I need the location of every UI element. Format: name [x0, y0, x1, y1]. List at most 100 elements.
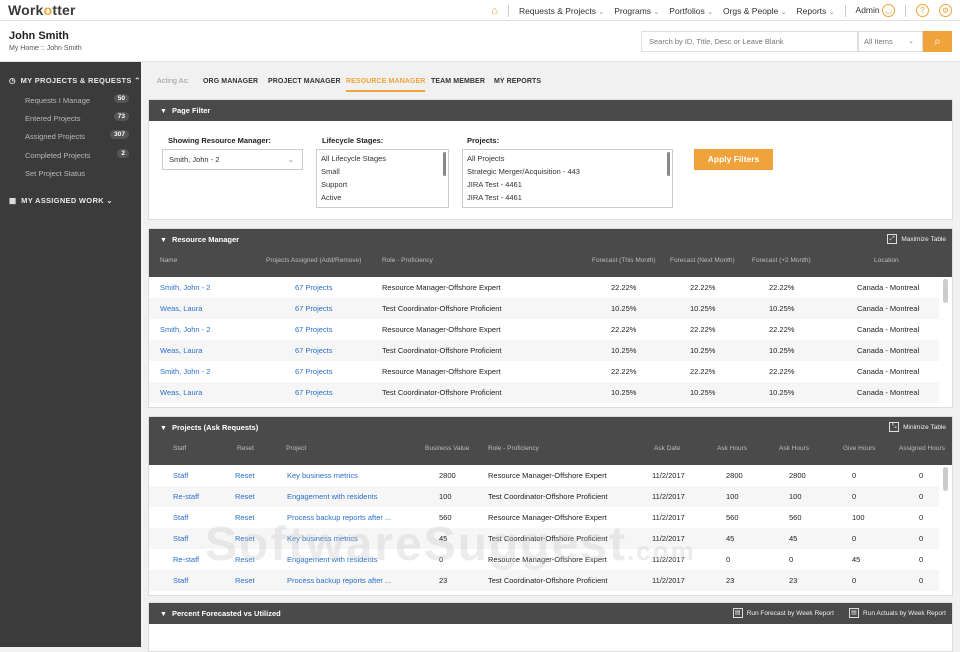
nav-orgs-people[interactable]: Orgs & People ⌄ — [723, 6, 787, 16]
user-menu[interactable]: Admin ◡ — [856, 4, 895, 17]
projects-listbox[interactable]: All Projects Strategic Merger/Acquisitio… — [462, 149, 673, 208]
sidebar-section-assigned-work[interactable]: ▦ MY ASSIGNED WORK ⌄ — [9, 196, 113, 205]
staff-link[interactable]: Staff — [173, 576, 188, 585]
help-icon[interactable]: ? — [916, 4, 929, 17]
cell-projects[interactable]: 67 Projects — [295, 346, 333, 355]
sidebar-item-requests[interactable]: Requests I Manage 50 — [25, 94, 129, 105]
run-actuals-button[interactable]: ▤ Run Actuals by Week Report — [849, 603, 946, 624]
sidebar-item-completed[interactable]: Completed Projects 2 — [25, 149, 129, 160]
nav-portfolios[interactable]: Portfolios ⌄ — [669, 6, 713, 16]
sidebar-item-assigned[interactable]: Assigned Projects 307 — [25, 130, 129, 141]
reset-link[interactable]: Reset — [235, 471, 255, 480]
col-forecast-plus2[interactable]: Forecast (+2 Month) — [752, 257, 811, 264]
tab-team-member[interactable]: TEAM MEMBER — [431, 78, 485, 85]
list-item[interactable]: Support — [317, 178, 448, 191]
col-name[interactable]: Name — [160, 257, 177, 264]
sidebar-item-entered[interactable]: Entered Projects 73 — [25, 112, 129, 123]
reset-link[interactable]: Reset — [235, 555, 255, 564]
col-business-value[interactable]: Business Value — [425, 445, 469, 452]
nav-programs[interactable]: Programs ⌄ — [614, 6, 659, 16]
search-scope-select[interactable]: All Items ⌄ — [858, 31, 923, 52]
tab-my-reports[interactable]: MY REPORTS — [494, 78, 541, 85]
col-staff[interactable]: Staff — [173, 445, 186, 452]
col-project[interactable]: Project — [286, 445, 306, 452]
scrollbar[interactable] — [943, 467, 948, 491]
cell-name[interactable]: Weas, Laura — [160, 346, 202, 355]
tab-resource-manager[interactable]: RESOURCE MANAGER — [346, 78, 426, 92]
project-link[interactable]: Key business metrics — [287, 471, 358, 480]
col-forecast-this[interactable]: Forecast (This Month) — [592, 257, 656, 264]
lifecycle-listbox[interactable]: All Lifecycle Stages Small Support Activ… — [316, 149, 449, 208]
cell-name[interactable]: Weas, Laura — [160, 304, 202, 313]
sidebar-item-set-status[interactable]: Set Project Status — [25, 169, 129, 178]
list-item[interactable]: Strategic Merger/Acquisition - 443 — [463, 165, 672, 178]
project-link[interactable]: Process backup reports after ... — [287, 576, 391, 585]
list-item[interactable]: JIRA Test - 4461 — [463, 191, 672, 204]
scrollbar[interactable] — [667, 152, 670, 176]
cell-name[interactable]: Smith, John - 2 — [160, 325, 210, 334]
staff-link[interactable]: Staff — [173, 471, 188, 480]
cell-projects[interactable]: 67 Projects — [295, 304, 333, 313]
staff-link[interactable]: Re-staff — [173, 555, 199, 564]
cell-business-value: 2800 — [439, 471, 456, 480]
maximize-table-button[interactable]: ⤢ Maximize Table — [887, 229, 946, 250]
project-link[interactable]: Engagement with residents — [287, 492, 377, 501]
projects-header[interactable]: ▼ Projects (Ask Requests) ⤡ Minimize Table — [149, 417, 952, 438]
col-ask-hours[interactable]: Ask Hours — [717, 445, 747, 452]
col-location[interactable]: Location — [874, 257, 899, 264]
cell-name[interactable]: Smith, John - 2 — [160, 283, 210, 292]
scrollbar[interactable] — [943, 279, 948, 303]
workotter-logo[interactable]: Workotter — [8, 2, 76, 18]
list-item[interactable]: JIRA Test - 4461 — [463, 178, 672, 191]
col-assigned-hours[interactable]: Assigned Hours — [899, 445, 945, 452]
cell-projects[interactable]: 67 Projects — [295, 325, 333, 334]
scrollbar[interactable] — [443, 152, 446, 176]
col-projects-assigned[interactable]: Projects Assigned (Add/Remove) — [266, 257, 361, 264]
list-item[interactable]: Small — [317, 165, 448, 178]
project-link[interactable]: Process backup reports after ... — [287, 513, 391, 522]
nav-requests-projects[interactable]: Requests & Projects ⌄ — [519, 6, 604, 16]
tab-project-manager[interactable]: PROJECT MANAGER — [268, 78, 341, 85]
resource-manager-select[interactable]: Smith, John - 2 ⌄ — [162, 149, 303, 170]
col-reset[interactable]: Reset — [237, 445, 254, 452]
cell-projects[interactable]: 67 Projects — [295, 367, 333, 376]
page-filter-header[interactable]: ▼ Page Filter — [149, 100, 952, 121]
cell-name[interactable]: Smith, John - 2 — [160, 367, 210, 376]
run-forecast-button[interactable]: ▤ Run Forecast by Week Report — [732, 603, 834, 624]
minimize-table-button[interactable]: ⤡ Minimize Table — [889, 417, 946, 438]
resource-manager-header[interactable]: ▼ Resource Manager ⤢ Maximize Table — [149, 229, 952, 250]
project-link[interactable]: Key business metrics — [287, 534, 358, 543]
reset-link[interactable]: Reset — [235, 513, 255, 522]
gear-icon[interactable]: ⚙ — [939, 4, 952, 17]
reset-link[interactable]: Reset — [235, 534, 255, 543]
list-item[interactable]: All Lifecycle Stages — [317, 152, 448, 165]
home-icon[interactable]: ⌂ — [491, 5, 498, 17]
reset-link[interactable]: Reset — [235, 576, 255, 585]
search-input[interactable]: Search by ID, Title, Desc or Leave Blank — [641, 31, 858, 52]
cell-projects[interactable]: 67 Projects — [295, 388, 333, 397]
tab-org-manager[interactable]: ORG MANAGER — [203, 78, 258, 85]
cell-projects[interactable]: 67 Projects — [295, 283, 333, 292]
reset-link[interactable]: Reset — [235, 492, 255, 501]
percent-forecast-header[interactable]: ▼ Percent Forecasted vs Utilized ▤ Run For… — [149, 603, 952, 624]
col-ask-date[interactable]: Ask Date — [654, 445, 680, 452]
nav-reports[interactable]: Reports ⌄ — [797, 6, 835, 16]
list-item[interactable]: Active — [317, 191, 448, 204]
cell-name[interactable]: Weas, Laura — [160, 388, 202, 397]
staff-link[interactable]: Re-staff — [173, 492, 199, 501]
col-role[interactable]: Role - Proficiency — [382, 257, 433, 264]
sidebar-section-projects[interactable]: ◷ MY PROJECTS & REQUESTS ⌃ — [9, 76, 141, 85]
col-forecast-next[interactable]: Forecast (Next Month) — [670, 257, 735, 264]
breadcrumb[interactable]: My Home :: John Smith — [9, 45, 82, 52]
chevron-down-icon: ⌄ — [908, 38, 914, 45]
col-role[interactable]: Role - Proficiency — [488, 445, 539, 452]
col-ask-hours-2[interactable]: Ask Hours — [779, 445, 809, 452]
staff-link[interactable]: Staff — [173, 534, 188, 543]
apply-filters-button[interactable]: Apply Filters — [694, 149, 773, 170]
col-give-hours[interactable]: Give Hours — [843, 445, 876, 452]
list-item[interactable]: All Projects — [463, 152, 672, 165]
search-button[interactable]: ⌕ — [923, 31, 952, 52]
staff-link[interactable]: Staff — [173, 513, 188, 522]
project-link[interactable]: Engagement with residents — [287, 555, 377, 564]
table-row: Smith, John - 2 67 Projects Resource Manag… — [149, 361, 939, 382]
